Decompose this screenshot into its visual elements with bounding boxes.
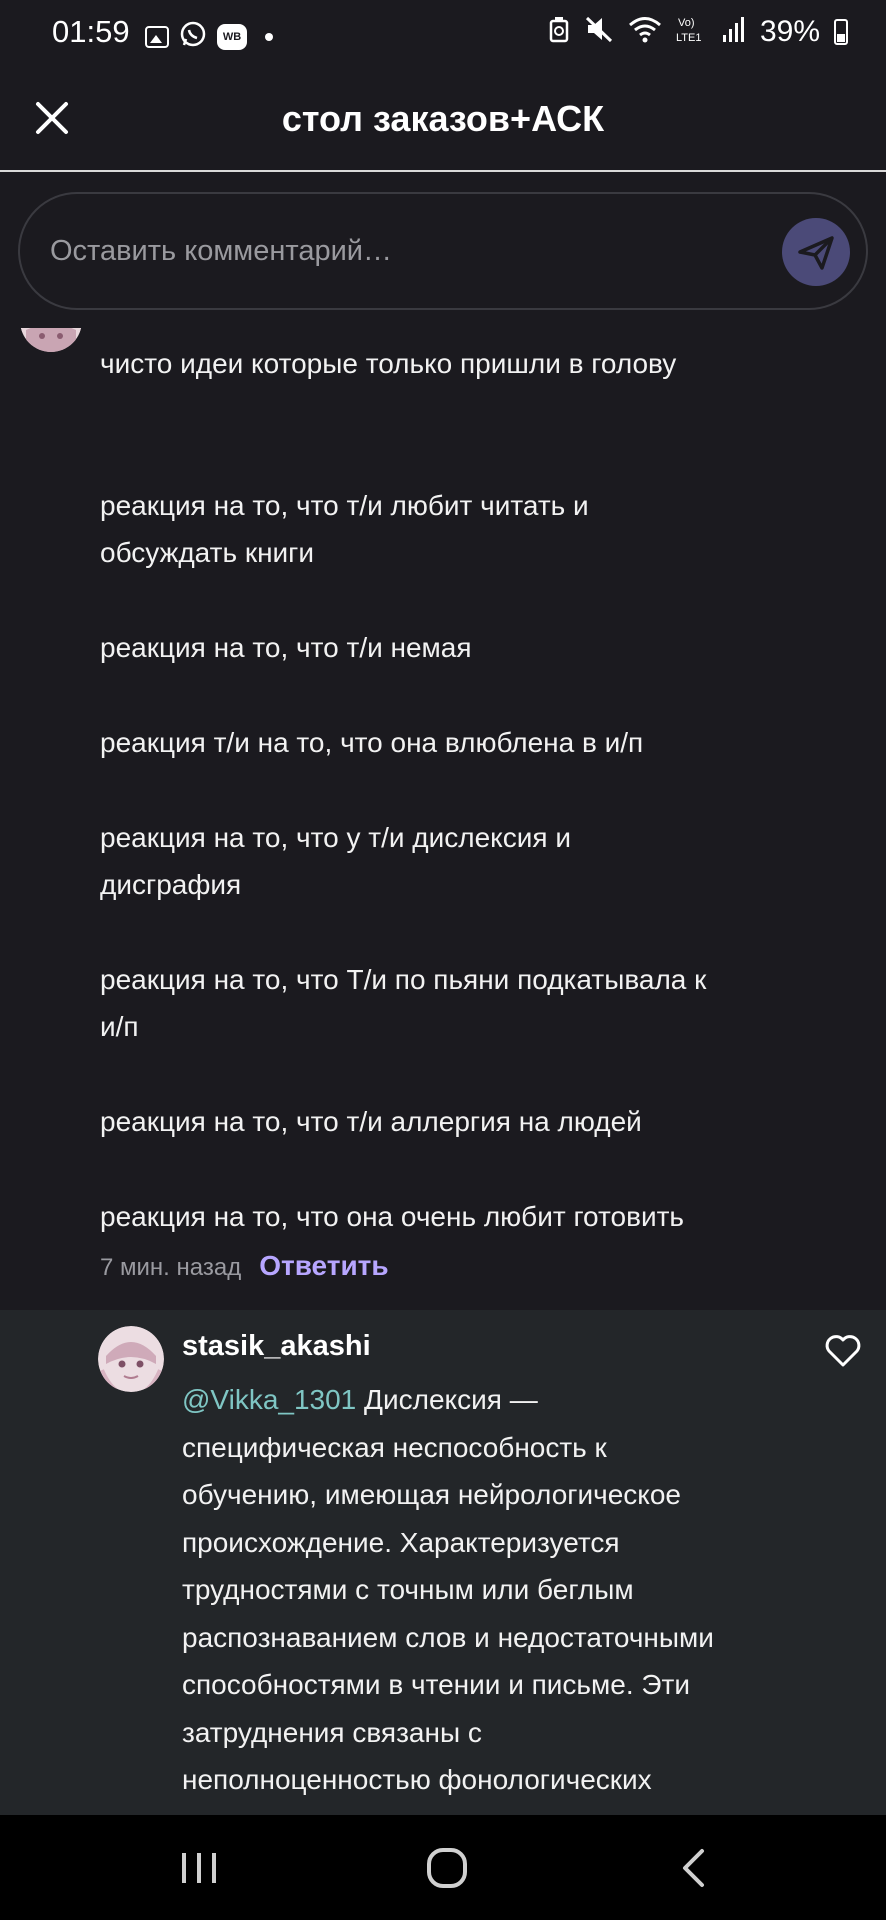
system-icons: Vo) LTE1 39% bbox=[548, 14, 848, 49]
home-icon bbox=[427, 1848, 467, 1888]
reply-author-name[interactable]: stasik_akashi bbox=[182, 1330, 371, 1363]
recent-apps-button[interactable] bbox=[172, 1841, 226, 1895]
comment-text-line: реакция на то, что т/и немая bbox=[100, 632, 472, 663]
comment-text-line: дисграфия bbox=[100, 869, 242, 900]
home-button[interactable] bbox=[420, 1841, 474, 1895]
gallery-icon bbox=[145, 25, 169, 48]
reply-text-line: обучению, имеющая нейрологическое bbox=[182, 1479, 681, 1510]
reply-text-line: специфическая неспособность к bbox=[182, 1431, 607, 1463]
recent-apps-icon bbox=[182, 1853, 216, 1883]
comment-body: чисто идеи которые только пришли в голов… bbox=[100, 340, 800, 1240]
comment-text-line: реакция т/и на то, что она влюблена в и/… bbox=[100, 727, 644, 758]
comment-text-line: реакция на то, что т/и любит читать и bbox=[100, 490, 589, 521]
reply-text-line: происхождение. Характеризуется bbox=[182, 1526, 620, 1558]
svg-text:LTE1: LTE1 bbox=[676, 32, 701, 44]
svg-text:Vo): Vo) bbox=[678, 17, 695, 29]
reply-text-line: Дислексия — bbox=[356, 1384, 538, 1415]
notification-icons: WB bbox=[145, 20, 273, 53]
reply-text: @Vikka_1301 Дислексия — специфическая не… bbox=[182, 1376, 792, 1804]
volte-icon: Vo) LTE1 bbox=[676, 14, 708, 49]
battery-percent: 39% bbox=[759, 14, 820, 48]
system-nav-bar bbox=[0, 1815, 886, 1920]
reply-text-line: способностями в чтении и письме. Эти bbox=[182, 1669, 690, 1700]
reply-author-avatar[interactable] bbox=[98, 1326, 164, 1392]
mention-link[interactable]: @Vikka_1301 bbox=[182, 1384, 356, 1415]
reply-comment: stasik_akashi @Vikka_1301 Дислексия — сп… bbox=[0, 1310, 886, 1815]
recycle-icon bbox=[548, 15, 570, 48]
signal-icon bbox=[722, 15, 746, 48]
comment-timestamp: 7 мин. назад bbox=[100, 1254, 242, 1281]
dot-icon bbox=[265, 32, 273, 41]
wb-icon: WB bbox=[217, 23, 247, 50]
comment-text-line: реакция на то, что т/и аллергия на людей bbox=[100, 1106, 642, 1137]
comment-composer bbox=[18, 192, 868, 310]
wifi-icon bbox=[628, 15, 662, 48]
back-button[interactable] bbox=[668, 1841, 722, 1895]
comment-input[interactable] bbox=[50, 194, 750, 308]
reply-text-line: неполноценностью фонологических bbox=[182, 1764, 652, 1795]
send-button[interactable] bbox=[782, 218, 850, 286]
reply-text-line: затруднения связаны с bbox=[182, 1716, 482, 1748]
status-time: 01:59 bbox=[52, 14, 130, 49]
page-title: стол заказов+АСК bbox=[281, 98, 605, 139]
reply-text-line: трудностями с точным или беглым bbox=[182, 1574, 634, 1605]
comment-text-line: чисто идеи которые только пришли в голов… bbox=[100, 348, 677, 379]
comment-meta: 7 мин. назад Ответить bbox=[100, 1250, 389, 1282]
reply-button[interactable]: Ответить bbox=[259, 1250, 388, 1282]
whatsapp-icon bbox=[179, 20, 207, 53]
comment-text-line: реакция на то, что Т/и по пьяни подкатыв… bbox=[100, 964, 707, 995]
status-bar: 01:59 WB Vo) LTE1 39% bbox=[0, 0, 886, 66]
comment-text-line: обсуждать книги bbox=[100, 537, 315, 568]
comment-text-line: и/п bbox=[100, 1011, 139, 1042]
top-bar: стол заказов+АСК bbox=[0, 66, 886, 172]
battery-icon bbox=[834, 18, 848, 45]
heart-icon bbox=[825, 1335, 861, 1367]
comment-text-line: реакция на то, что она очень любит готов… bbox=[100, 1201, 685, 1232]
send-icon bbox=[798, 236, 834, 270]
back-icon bbox=[683, 1849, 704, 1887]
reply-text-line: распознаванием слов и недостаточными bbox=[182, 1621, 714, 1653]
comment-text-line: реакция на то, что у т/и дислексия и bbox=[100, 822, 571, 853]
screen: 01:59 WB Vo) LTE1 39% стол заказов+АСК О… bbox=[0, 0, 886, 1920]
like-button[interactable] bbox=[824, 1334, 862, 1368]
mute-icon bbox=[584, 15, 614, 48]
